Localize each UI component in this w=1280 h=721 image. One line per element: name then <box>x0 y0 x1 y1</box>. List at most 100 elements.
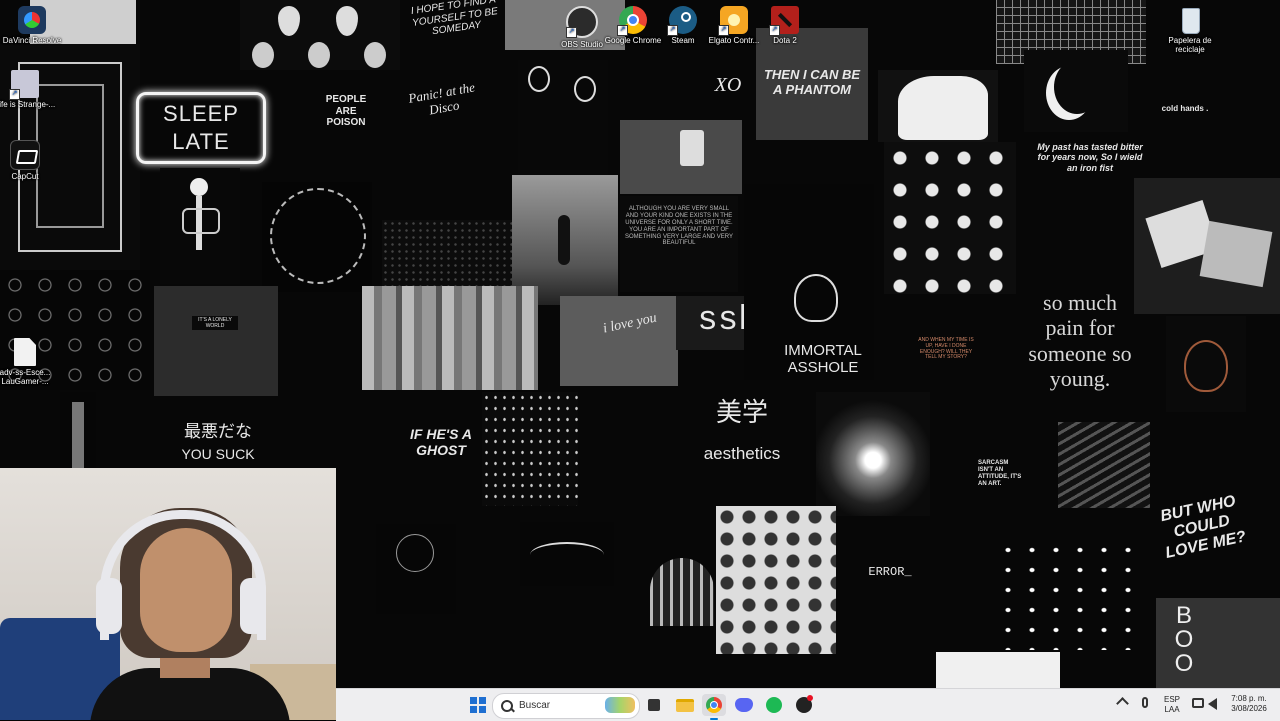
document-icon <box>14 338 36 366</box>
capcut-icon <box>10 140 40 170</box>
obs-icon: ↗ <box>566 6 598 38</box>
microphone-icon[interactable] <box>1142 697 1148 708</box>
taskbar-spotify[interactable] <box>762 694 786 716</box>
webcam-headphone-right <box>240 578 266 634</box>
desktop-icon-label: Papelera de reciclaje <box>1168 36 1212 54</box>
wallpaper-tile-roses <box>376 524 456 614</box>
davinci-resolve-icon <box>18 6 46 34</box>
desktop-icon-label: CapCut <box>11 172 39 181</box>
shortcut-arrow-icon: ↗ <box>9 89 20 100</box>
shortcut-arrow-icon: ↗ <box>769 25 780 36</box>
wallpaper-lonely-text: IT'S A LONELY WORLD <box>198 317 232 329</box>
wallpaper-tile-person-white <box>878 70 998 142</box>
wallpaper-you-suck: YOU SUCK <box>181 446 255 462</box>
wallpaper-tile-skeleton <box>160 168 240 284</box>
wallpaper-error-text: ERROR_ <box>868 565 912 579</box>
shortcut-arrow-icon: ↗ <box>667 25 678 36</box>
wallpaper-tile-earphones <box>518 60 608 180</box>
keyboard-layout: LAA <box>1164 705 1180 714</box>
wallpaper-ghost-text: IF HE'S A GHOST <box>410 426 472 459</box>
spotify-icon <box>766 697 782 713</box>
shortcut-arrow-icon: ↗ <box>566 27 577 38</box>
wallpaper-tile-heart <box>1166 316 1246 412</box>
wallpaper-sarcasm: SARCASM ISN'T AN ATTITUDE, IT'S AN ART. <box>978 460 1022 487</box>
taskbar-discord[interactable] <box>732 694 756 716</box>
wallpaper-tile-lonely: IT'S A LONELY WORLD <box>154 286 278 396</box>
wallpaper-tile-glitch <box>362 286 538 390</box>
desktop-icon-label: adv-ss-Esce... LauGamer-... <box>0 368 51 386</box>
game-shortcut-icon: ↗ <box>9 70 39 100</box>
notification-dot-icon <box>807 695 813 701</box>
wallpaper-cold-hands: cold hands . <box>1161 104 1209 113</box>
wallpaper-tile-polaroids <box>1134 178 1280 314</box>
desktop-icon-life-is-strange[interactable]: ↗ Life is Strange-... <box>0 70 57 109</box>
language-code: ESP <box>1163 695 1180 704</box>
wallpaper-phantom-text: THEN I CAN BE A PHANTOM <box>763 67 861 97</box>
wallpaper-tile-daisies <box>884 142 1016 294</box>
wallpaper-tile-building <box>60 392 96 468</box>
wallpaper-tile-iloveyou: i love you <box>560 296 678 386</box>
webcam-overlay <box>0 468 336 720</box>
start-button[interactable] <box>466 694 490 716</box>
desktop-icon-davinci[interactable]: DaVinci Resolve <box>0 6 64 45</box>
wallpaper-story-text: AND WHEN MY TIME IS UP, HAVE I DONE ENOU… <box>918 337 974 361</box>
wallpaper-tile-bubbles <box>716 506 836 654</box>
webcam-headphone-left <box>96 578 122 634</box>
wallpaper-panic-disco: Panic! at the Disco <box>407 79 476 118</box>
wallpaper-tile-aliens <box>240 0 400 70</box>
desktop-icon-recycle-bin[interactable]: Papelera de reciclaje <box>1158 6 1222 54</box>
wallpaper-tile-fairy-lights <box>996 540 1146 650</box>
folder-icon <box>676 699 694 712</box>
wallpaper-bigaku: 美学 <box>715 397 768 427</box>
wallpaper-jp-text: 最悪だな <box>184 422 252 441</box>
search-highlight-icon <box>605 697 635 713</box>
taskbar: Buscar ESP LAA 7:08 p. m. 3/08/2026 <box>336 688 1280 721</box>
wallpaper-tile-moon <box>1024 50 1128 132</box>
wallpaper-sleep-text: SLEEP <box>163 101 239 126</box>
wallpaper-late-text: LATE <box>172 129 230 154</box>
wallpaper-tile-sparkles <box>482 392 578 506</box>
discord-icon <box>735 698 753 712</box>
desktop-icon-document[interactable]: adv-ss-Esce... LauGamer-... <box>0 338 57 386</box>
wallpaper-xo-text: XO <box>714 74 742 96</box>
wallpaper-tile-sleep-late: SLEEP LATE <box>136 92 266 164</box>
desktop-icon-label: DaVinci Resolve <box>2 36 62 45</box>
chrome-icon: ↗ <box>617 6 647 36</box>
wallpaper-so-much-pain: so much pain for someone so young. <box>1028 290 1132 391</box>
dota2-icon: ↗ <box>769 6 799 36</box>
clock-date: 3/08/2026 <box>1231 704 1267 713</box>
wallpaper-tile-hands <box>520 522 614 586</box>
wallpaper-aesthetics: aesthetics <box>703 444 781 463</box>
taskbar-file-explorer[interactable] <box>673 694 697 716</box>
wallpaper-hope-text: I HOPE TO FIND A YOURSELF TO BE SOMEDAY <box>410 0 499 38</box>
wallpaper-iloveyou-text: i love you <box>601 310 659 337</box>
wallpaper-boo-text: BOO <box>1174 602 1194 677</box>
wallpaper-tile-waves <box>1058 422 1150 508</box>
desktop-icon-dota2[interactable]: ↗ Dota 2 <box>753 6 817 45</box>
chrome-icon <box>706 697 722 713</box>
tray-overflow-chevron-icon[interactable] <box>1116 697 1129 710</box>
wallpaper-universe-text: ALTHOUGH YOU ARE VERY SMALL AND YOUR KIN… <box>624 206 734 247</box>
shortcut-arrow-icon: ↗ <box>617 25 628 36</box>
taskbar-obs[interactable] <box>792 694 816 716</box>
search-icon-handle <box>510 707 515 713</box>
network-icon[interactable] <box>1192 698 1204 708</box>
language-indicator[interactable]: ESP LAA <box>1162 695 1182 715</box>
search-placeholder: Buscar <box>519 700 551 711</box>
wallpaper-tile-immortal: IMMORTAL ASSHOLE <box>744 184 874 380</box>
clock-time: 7:08 p. m. <box>1231 694 1267 703</box>
wallpaper-past-text: My past has tasted bitter for years now,… <box>1037 142 1143 173</box>
elgato-icon: ↗ <box>718 6 748 36</box>
windows-icon <box>470 697 486 713</box>
task-view-button[interactable] <box>642 694 666 716</box>
taskbar-chrome[interactable] <box>702 694 726 720</box>
task-view-icon <box>648 699 660 711</box>
wallpaper-tile-white-box <box>936 652 1060 688</box>
desktop-icon-capcut[interactable]: CapCut <box>0 140 57 181</box>
clock[interactable]: 7:08 p. m. 3/08/2026 <box>1224 694 1274 714</box>
volume-icon[interactable] <box>1208 698 1217 710</box>
desktop-icon-label: Dota 2 <box>773 36 797 45</box>
desktop-icon-label: Life is Strange-... <box>0 100 56 109</box>
taskbar-search-box[interactable]: Buscar <box>492 693 640 719</box>
wallpaper-tile-universe: ALTHOUGH YOU ARE VERY SMALL AND YOUR KIN… <box>620 196 738 292</box>
